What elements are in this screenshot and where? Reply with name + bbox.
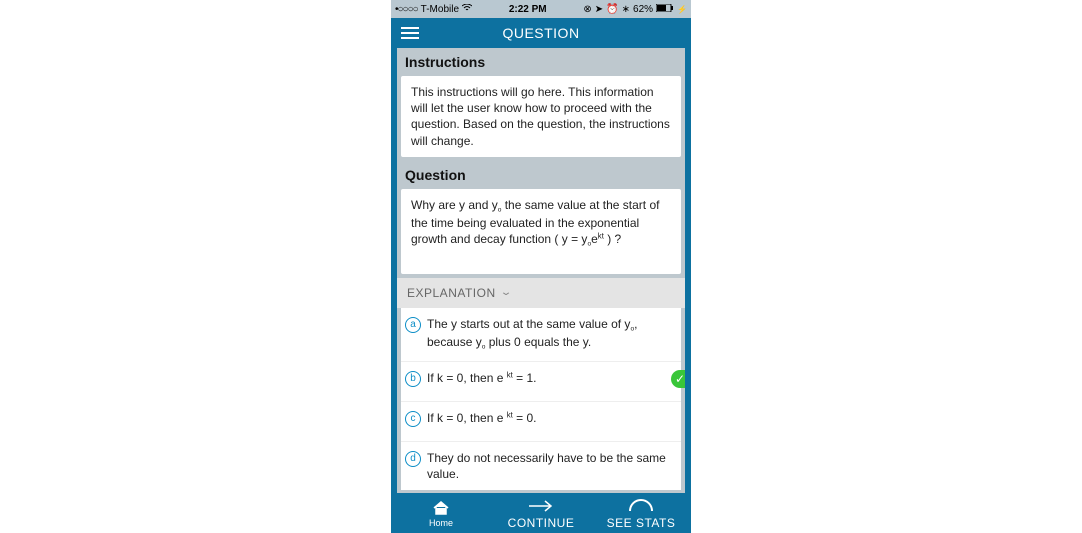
option-text: They do not necessarily have to be the s… <box>427 450 677 482</box>
location-icon: ➤ <box>595 4 603 15</box>
see-stats-label: SEE STATS <box>607 516 676 530</box>
gauge-icon <box>628 497 654 515</box>
battery-pct: 62% <box>633 4 653 15</box>
battery-icon <box>656 4 674 15</box>
options-list: a The y starts out at the same value of y… <box>401 308 681 490</box>
arrow-right-icon <box>528 497 554 515</box>
scroll-panel[interactable]: Instructions This instructions will go h… <box>397 48 685 493</box>
question-heading: Question <box>397 161 685 189</box>
home-icon <box>433 499 449 517</box>
home-label: Home <box>429 518 453 528</box>
signal-dots-icon: •○○○○ <box>395 4 418 15</box>
app-header: QUESTION <box>391 18 691 48</box>
home-button[interactable]: Home <box>406 499 476 528</box>
answer-option-b[interactable]: bIf k = 0, then e kt = 1.✓ <box>401 362 681 402</box>
option-letter-badge: c <box>405 411 421 427</box>
content-area: Instructions This instructions will go h… <box>391 48 691 493</box>
see-stats-button[interactable]: SEE STATS <box>606 497 676 530</box>
explanation-toggle[interactable]: EXPLANATION ⌄ <box>397 278 685 308</box>
option-text: If k = 0, then e kt = 0. <box>427 410 677 426</box>
chevron-down-icon: ⌄ <box>499 287 512 298</box>
explanation-heading: EXPLANATION <box>407 286 496 300</box>
orientation-lock-icon: ⊗ <box>583 4 591 15</box>
instructions-heading: Instructions <box>397 48 685 76</box>
charging-icon: ⚡ <box>677 5 687 14</box>
option-letter-badge: b <box>405 371 421 387</box>
continue-label: CONTINUE <box>508 516 575 530</box>
option-letter-badge: a <box>405 317 421 333</box>
footer-nav: Home CONTINUE SEE STATS <box>391 493 691 533</box>
instructions-body: This instructions will go here. This inf… <box>401 76 681 157</box>
phone-frame: •○○○○ T-Mobile 2:22 PM ⊗ ➤ ⏰ ∗ 62% ⚡ QUE… <box>391 0 691 533</box>
carrier-label: T-Mobile <box>421 4 459 15</box>
option-letter-badge: d <box>405 451 421 467</box>
answer-option-c[interactable]: c If k = 0, then e kt = 0. <box>401 402 681 442</box>
question-body: Why are y and yo the same value at the s… <box>401 189 681 274</box>
page-title: QUESTION <box>391 25 691 41</box>
continue-button[interactable]: CONTINUE <box>506 497 576 530</box>
menu-icon[interactable] <box>401 24 419 42</box>
status-bar: •○○○○ T-Mobile 2:22 PM ⊗ ➤ ⏰ ∗ 62% ⚡ <box>391 0 691 18</box>
option-text: If k = 0, then e kt = 1. <box>427 370 677 386</box>
status-time: 2:22 PM <box>509 4 547 15</box>
option-text: The y starts out at the same value of yo… <box>427 316 677 353</box>
answer-option-d[interactable]: d They do not necessarily have to be the … <box>401 442 681 490</box>
alarm-icon: ⏰ <box>606 4 618 15</box>
correct-indicator: ✓ <box>671 370 685 388</box>
wifi-icon <box>462 4 472 15</box>
answer-option-a[interactable]: a The y starts out at the same value of y… <box>401 308 681 362</box>
bluetooth-icon: ∗ <box>622 4 630 15</box>
